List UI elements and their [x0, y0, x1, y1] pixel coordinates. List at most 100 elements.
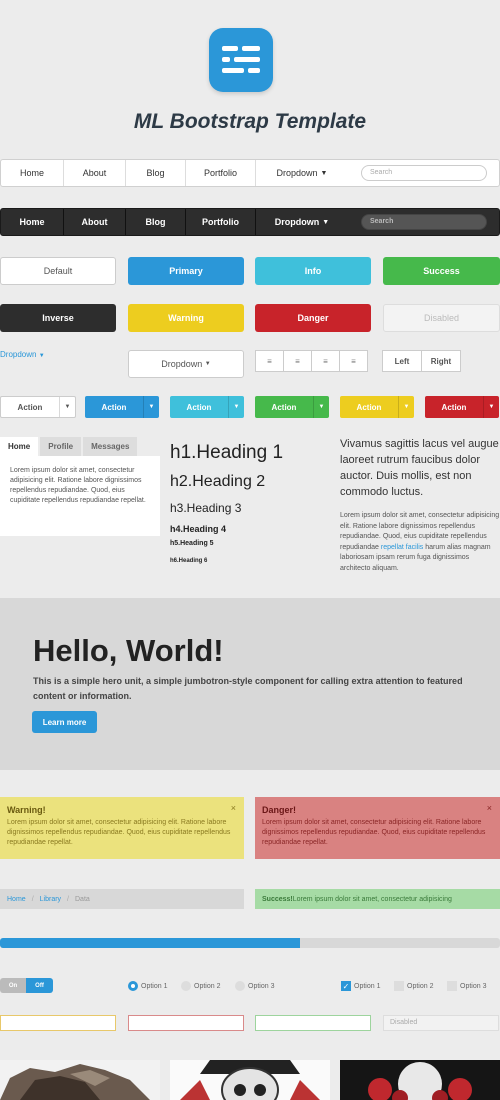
- warning-button[interactable]: Warning: [128, 304, 244, 332]
- tab-home[interactable]: Home: [0, 437, 39, 456]
- breadcrumb-home[interactable]: Home: [7, 896, 26, 903]
- right-button[interactable]: Right: [421, 350, 461, 372]
- align-right-icon[interactable]: ≡: [339, 350, 368, 372]
- body-paragraph: Lorem ipsum dolor sit amet, consectetur …: [340, 511, 500, 575]
- radio-icon: [181, 981, 191, 991]
- split-button-label[interactable]: Action: [1, 397, 59, 417]
- search-input[interactable]: Search: [361, 214, 487, 230]
- primary-button[interactable]: Primary: [128, 257, 244, 285]
- radio-icon: [235, 981, 245, 991]
- nav-item-dropdown[interactable]: Dropdown ▼: [256, 160, 348, 186]
- dropdown-link[interactable]: Dropdown ▼: [0, 350, 45, 359]
- learn-more-button[interactable]: Learn more: [32, 711, 97, 733]
- on-off-toggle[interactable]: On Off: [0, 978, 53, 993]
- nav-item-about[interactable]: About: [64, 160, 126, 186]
- thumbnail-image[interactable]: [0, 1060, 160, 1100]
- breadcrumb-library[interactable]: Library: [40, 896, 61, 903]
- nav-item-home[interactable]: Home: [1, 160, 64, 186]
- split-button-label[interactable]: Action: [425, 396, 483, 418]
- split-button-default[interactable]: Action ▼: [0, 396, 76, 418]
- checkbox-label: Option 2: [407, 982, 434, 990]
- navbar-dark: Home About Blog Portfolio Dropdown ▼ Sear…: [0, 208, 500, 236]
- danger-button[interactable]: Danger: [255, 304, 371, 332]
- align-center-icon[interactable]: ≡: [283, 350, 312, 372]
- nav-item-portfolio[interactable]: Portfolio: [186, 209, 256, 235]
- alert-body: Lorem ipsum dolor sit amet, consectetur …: [7, 819, 231, 846]
- search-input[interactable]: Search: [361, 165, 487, 181]
- nav-item-blog[interactable]: Blog: [126, 209, 186, 235]
- danger-alert: Danger! Lorem ipsum dolor sit amet, cons…: [255, 797, 500, 859]
- split-button-label[interactable]: Action: [170, 396, 228, 418]
- info-button[interactable]: Info: [255, 257, 371, 285]
- radio-option-2[interactable]: Option 2: [181, 981, 220, 991]
- caret-down-icon: ▼: [320, 169, 328, 177]
- default-button[interactable]: Default: [0, 257, 116, 285]
- warning-input[interactable]: [0, 1015, 116, 1031]
- success-alert: Success! Lorem ipsum dolor sit amet, con…: [255, 889, 500, 909]
- paragraph-link[interactable]: repellat facilis: [381, 544, 423, 551]
- thumbnail-image[interactable]: [170, 1060, 330, 1100]
- split-button-label[interactable]: Action: [255, 396, 313, 418]
- jumbotron-text: This is a simple hero unit, a simple jum…: [33, 676, 463, 701]
- nav-dropdown-label: Dropdown: [276, 168, 318, 178]
- radio-option-1[interactable]: Option 1: [128, 981, 167, 991]
- caret-down-icon[interactable]: ▼: [313, 396, 329, 418]
- caret-down-icon: ▼: [38, 353, 45, 359]
- left-button[interactable]: Left: [382, 350, 422, 372]
- split-button-success[interactable]: Action ▼: [255, 396, 329, 418]
- headings-sample: h1.Heading 1 h2.Heading 2 h3.Heading 3 h…: [170, 442, 283, 564]
- tab-profile[interactable]: Profile: [40, 437, 82, 456]
- success-strong: Success!: [262, 895, 293, 903]
- inverse-button[interactable]: Inverse: [0, 304, 116, 332]
- success-input[interactable]: [255, 1015, 371, 1031]
- radio-option-3[interactable]: Option 3: [235, 981, 274, 991]
- checkbox-label: Option 1: [354, 982, 381, 990]
- dropdown-button[interactable]: Dropdown ▼: [128, 350, 244, 378]
- checkbox-option-3[interactable]: Option 3: [447, 981, 486, 991]
- toggle-on-label: On: [0, 978, 26, 993]
- split-button-label[interactable]: Action: [85, 396, 143, 418]
- error-input[interactable]: [128, 1015, 244, 1031]
- caret-down-icon[interactable]: ▼: [483, 396, 499, 418]
- success-button[interactable]: Success: [383, 257, 500, 285]
- caret-down-icon[interactable]: ▼: [59, 397, 75, 417]
- nav-item-blog[interactable]: Blog: [126, 160, 186, 186]
- close-icon[interactable]: ×: [231, 803, 236, 813]
- align-justify-icon[interactable]: ≡: [311, 350, 340, 372]
- nav-item-portfolio[interactable]: Portfolio: [186, 160, 256, 186]
- split-button-info[interactable]: Action ▼: [170, 396, 244, 418]
- success-text: Lorem ipsum dolor sit amet, consectetur …: [292, 895, 452, 903]
- nav-dropdown-label: Dropdown: [274, 217, 320, 227]
- thumbnail-eagle-image: [0, 1060, 160, 1100]
- split-button-primary[interactable]: Action ▼: [85, 396, 159, 418]
- align-button-group: ≡ ≡ ≡ ≡: [255, 350, 368, 372]
- tab-content: Lorem ipsum dolor sit amet, consectetur …: [0, 456, 160, 536]
- nav-item-dropdown[interactable]: Dropdown ▼: [256, 209, 348, 235]
- disabled-input: Disabled: [383, 1015, 499, 1031]
- thumbnail-image[interactable]: [340, 1060, 500, 1100]
- checkbox-option-1[interactable]: ✓ Option 1: [341, 981, 380, 991]
- navbar-light: Home About Blog Portfolio Dropdown ▼ Sear…: [0, 159, 500, 187]
- nav-item-home[interactable]: Home: [1, 209, 64, 235]
- thumbnail-skull-image: [170, 1060, 330, 1100]
- split-button-warning[interactable]: Action ▼: [340, 396, 414, 418]
- left-right-button-group: Left Right: [382, 350, 461, 372]
- dropdown-button-label: Dropdown: [161, 359, 203, 369]
- nav-item-about[interactable]: About: [64, 209, 126, 235]
- checkbox-icon: [447, 981, 457, 991]
- tab-messages[interactable]: Messages: [83, 437, 138, 456]
- toggle-off-label: Off: [26, 978, 53, 993]
- alert-title: Danger!: [262, 805, 297, 815]
- checkbox-option-2[interactable]: Option 2: [394, 981, 433, 991]
- caret-down-icon[interactable]: ▼: [228, 396, 244, 418]
- align-left-icon[interactable]: ≡: [255, 350, 284, 372]
- caret-down-icon[interactable]: ▼: [143, 396, 159, 418]
- caret-down-icon[interactable]: ▼: [398, 396, 414, 418]
- split-button-label[interactable]: Action: [340, 396, 398, 418]
- close-icon[interactable]: ×: [487, 803, 492, 813]
- logo-icon: [209, 28, 273, 92]
- alert-title: Warning!: [7, 805, 46, 815]
- warning-alert: Warning! Lorem ipsum dolor sit amet, con…: [0, 797, 244, 859]
- split-button-danger[interactable]: Action ▼: [425, 396, 499, 418]
- caret-down-icon: ▼: [322, 218, 330, 226]
